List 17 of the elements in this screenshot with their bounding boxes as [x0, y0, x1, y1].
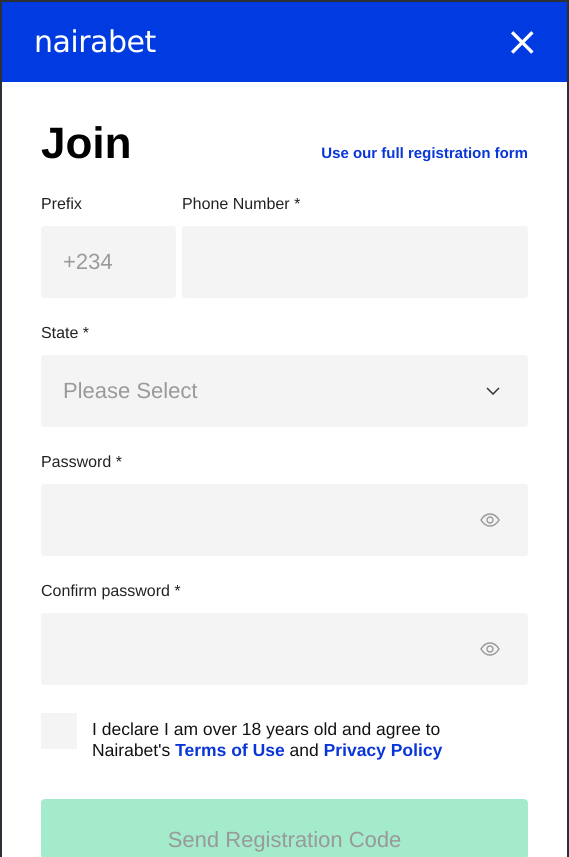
password-field[interactable]: [41, 484, 528, 556]
policy-link[interactable]: Privacy Policy: [324, 740, 442, 760]
policy-link[interactable]: Terms of Use: [175, 740, 285, 760]
full-registration-link[interactable]: Use our full registration form: [321, 145, 528, 162]
close-button[interactable]: ×: [505, 22, 539, 62]
field-label: Prefix: [41, 196, 83, 214]
page-title: Join: [41, 118, 132, 170]
eye-icon[interactable]: [480, 642, 500, 656]
chevron-down-icon: [486, 387, 500, 395]
brand-logo: nairabet: [34, 24, 156, 60]
field-label: Password *: [41, 454, 123, 472]
eye-icon[interactable]: [480, 513, 500, 527]
field-label: Phone Number *: [182, 196, 302, 214]
field-label: State *: [41, 325, 90, 343]
field-label: Confirm password *: [41, 583, 182, 601]
password-field[interactable]: [41, 613, 528, 685]
consent-text: I declare I am over 18 years old and agree to Nairabet's Terms of Use and Privacy Policy: [92, 719, 444, 761]
